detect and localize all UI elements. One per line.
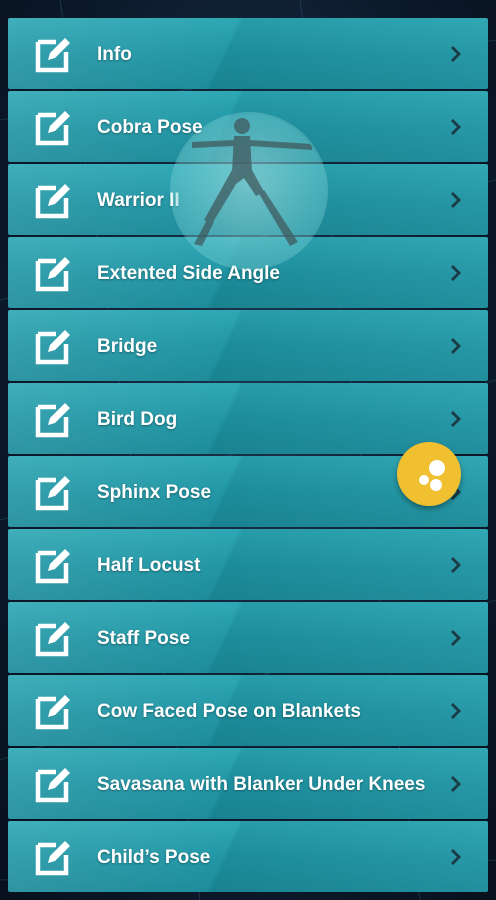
yoga-pose-preview-bubble <box>172 114 326 268</box>
chevron-right-icon <box>451 776 461 792</box>
menu-item-label: Child’s Pose <box>97 847 211 868</box>
edit-icon <box>35 38 70 73</box>
menu-item-half-locust[interactable]: Half Locust <box>8 529 488 600</box>
chevron-right-icon <box>451 630 461 646</box>
edit-icon <box>35 330 70 365</box>
menu-item-label: Staff Pose <box>97 628 190 649</box>
bubbles-icon <box>419 460 445 491</box>
chevron-right-icon <box>451 411 461 427</box>
menu-item-label: Warrior II <box>97 190 180 211</box>
chevron-right-icon <box>451 849 461 865</box>
edit-icon <box>35 841 70 876</box>
chevron-right-icon <box>451 192 461 208</box>
menu-item-label: Cow Faced Pose on Blankets <box>97 701 361 722</box>
chevron-right-icon <box>451 46 461 62</box>
menu-item-staff-pose[interactable]: Staff Pose <box>8 602 488 673</box>
chevron-right-icon <box>451 119 461 135</box>
chevron-right-icon <box>451 703 461 719</box>
menu-item-label: Info <box>97 44 132 65</box>
menu-item-label: Bird Dog <box>97 409 178 430</box>
edit-icon <box>35 549 70 584</box>
edit-icon <box>35 476 70 511</box>
menu-item-label: Bridge <box>97 336 158 357</box>
edit-icon <box>35 695 70 730</box>
menu-item-label: Sphinx Pose <box>97 482 212 503</box>
menu-item-label: Half Locust <box>97 555 201 576</box>
edit-icon <box>35 403 70 438</box>
chevron-right-icon <box>451 338 461 354</box>
chevron-right-icon <box>451 265 461 281</box>
menu-item-cow-faced-pose[interactable]: Cow Faced Pose on Blankets <box>8 675 488 746</box>
menu-item-label: Savasana with Blanker Under Knees <box>97 774 426 795</box>
menu-item-info[interactable]: Info <box>8 18 488 89</box>
menu-item-savasana[interactable]: Savasana with Blanker Under Knees <box>8 748 488 819</box>
edit-icon <box>35 768 70 803</box>
floating-action-button[interactable] <box>397 442 461 506</box>
edit-icon <box>35 184 70 219</box>
edit-icon <box>35 622 70 657</box>
menu-item-bridge[interactable]: Bridge <box>8 310 488 381</box>
edit-icon <box>35 257 70 292</box>
yoga-figure-icon <box>192 118 312 246</box>
edit-icon <box>35 111 70 146</box>
chevron-right-icon <box>451 557 461 573</box>
menu-item-childs-pose[interactable]: Child’s Pose <box>8 821 488 892</box>
